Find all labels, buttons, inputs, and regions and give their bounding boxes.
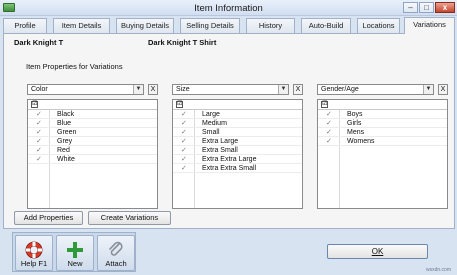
create-variations-button[interactable]: Create Variations xyxy=(88,211,171,225)
check-icon[interactable]: ✓ xyxy=(181,119,187,127)
tab-locations[interactable]: Locations xyxy=(357,18,400,33)
chevron-down-icon[interactable]: ▼ xyxy=(278,85,288,94)
select-all-checkbox[interactable]: ☑ xyxy=(31,101,38,108)
list-item[interactable]: ✓ Grey xyxy=(28,138,157,146)
select-all-checkbox[interactable]: ☑ xyxy=(176,101,183,108)
check-icon[interactable]: ✓ xyxy=(326,119,332,127)
list-item[interactable]: ✓ Medium xyxy=(173,120,302,128)
window-title: Item Information xyxy=(194,3,263,14)
list-item[interactable]: ✓ Red xyxy=(28,147,157,155)
list-item[interactable]: ✓ White xyxy=(28,156,157,164)
list-header: ☑ xyxy=(28,100,157,110)
help-label: Help F1 xyxy=(20,259,48,268)
minimize-button[interactable]: – xyxy=(403,2,418,13)
list-item[interactable]: ✓ Black xyxy=(28,111,157,119)
tab-auto-build[interactable]: Auto-Build xyxy=(301,18,351,33)
property-select-gender-age[interactable]: Gender/Age ▼ xyxy=(317,84,434,95)
item-number: Dark Knight T xyxy=(14,38,64,47)
bottom-toolbar: Help F1 New Attach xyxy=(12,232,136,272)
list-item[interactable]: ✓ Large xyxy=(173,111,302,119)
list-item[interactable]: ✓ Extra Large xyxy=(173,138,302,146)
tab-bar: Profile Item Details Buying Details Sell… xyxy=(3,17,455,34)
new-label: New xyxy=(67,259,83,268)
check-icon[interactable]: ✓ xyxy=(36,110,42,118)
new-button[interactable]: New xyxy=(56,235,94,271)
lifebuoy-icon xyxy=(25,241,43,259)
check-icon[interactable]: ✓ xyxy=(36,128,42,136)
list-item[interactable]: ✓ Extra Extra Small xyxy=(173,165,302,173)
list-item[interactable]: ✓ Small xyxy=(173,129,302,137)
property-values-list: ☑ ✓ Large ✓ Medium ✓ Small ✓ Extra Large ✓ Ex… xyxy=(172,99,303,209)
property-select-color[interactable]: Color ▼ xyxy=(27,84,144,95)
check-icon[interactable]: ✓ xyxy=(36,119,42,127)
list-item[interactable]: ✓ Green xyxy=(28,129,157,137)
help-button[interactable]: Help F1 xyxy=(15,235,53,271)
variations-panel: Dark Knight T Dark Knight T Shirt Item P… xyxy=(3,33,455,229)
close-button[interactable]: x xyxy=(435,2,455,13)
list-item[interactable]: ✓ Girls xyxy=(318,120,447,128)
clear-property-button[interactable]: X xyxy=(293,84,303,95)
check-icon[interactable]: ✓ xyxy=(326,128,332,136)
title-bar: Item Information – □ x xyxy=(0,0,457,16)
property-values-list: ☑ ✓ Boys ✓ Girls ✓ Mens ✓ Womens xyxy=(317,99,448,209)
attach-button[interactable]: Attach xyxy=(97,235,135,271)
check-icon[interactable]: ✓ xyxy=(181,155,187,163)
chevron-down-icon[interactable]: ▼ xyxy=(423,85,433,94)
list-header: ☑ xyxy=(173,100,302,110)
property-values-list: ☑ ✓ Black ✓ Blue ✓ Green ✓ Grey ✓ Red ✓ White xyxy=(27,99,158,209)
attach-label: Attach xyxy=(105,259,127,268)
list-item[interactable]: ✓ Extra Small xyxy=(173,147,302,155)
check-icon[interactable]: ✓ xyxy=(36,146,42,154)
chevron-down-icon[interactable]: ▼ xyxy=(133,85,143,94)
check-icon[interactable]: ✓ xyxy=(181,146,187,154)
list-item[interactable]: ✓ Blue xyxy=(28,120,157,128)
add-properties-button[interactable]: Add Properties xyxy=(14,211,83,225)
ok-button[interactable]: OK xyxy=(327,244,428,259)
check-icon[interactable]: ✓ xyxy=(181,137,187,145)
tab-item-details[interactable]: Item Details xyxy=(53,18,110,33)
list-item[interactable]: ✓ Mens xyxy=(318,129,447,137)
list-header: ☑ xyxy=(318,100,447,110)
plus-icon xyxy=(67,242,83,258)
tab-buying-details[interactable]: Buying Details xyxy=(116,18,174,33)
check-icon[interactable]: ✓ xyxy=(36,155,42,163)
clear-property-button[interactable]: X xyxy=(438,84,448,95)
properties-group-title: Item Properties for Variations xyxy=(26,62,123,71)
check-icon[interactable]: ✓ xyxy=(36,137,42,145)
clear-property-button[interactable]: X xyxy=(148,84,158,95)
check-icon[interactable]: ✓ xyxy=(181,164,187,172)
tab-history[interactable]: History xyxy=(246,18,295,33)
select-all-checkbox[interactable]: ☑ xyxy=(321,101,328,108)
property-select-size[interactable]: Size ▼ xyxy=(172,84,289,95)
tab-profile[interactable]: Profile xyxy=(3,18,47,33)
check-icon[interactable]: ✓ xyxy=(181,110,187,118)
watermark: wsxdn.com xyxy=(426,267,452,273)
check-icon[interactable]: ✓ xyxy=(326,137,332,145)
item-description: Dark Knight T Shirt xyxy=(148,38,217,47)
list-item[interactable]: ✓ Womens xyxy=(318,138,447,146)
check-icon[interactable]: ✓ xyxy=(181,128,187,136)
list-item[interactable]: ✓ Boys xyxy=(318,111,447,119)
paperclip-icon xyxy=(109,241,123,256)
tab-variations[interactable]: Variations xyxy=(404,17,455,34)
tab-selling-details[interactable]: Selling Details xyxy=(180,18,240,33)
check-icon[interactable]: ✓ xyxy=(326,110,332,118)
maximize-button[interactable]: □ xyxy=(419,2,434,13)
list-item[interactable]: ✓ Extra Extra Large xyxy=(173,156,302,164)
